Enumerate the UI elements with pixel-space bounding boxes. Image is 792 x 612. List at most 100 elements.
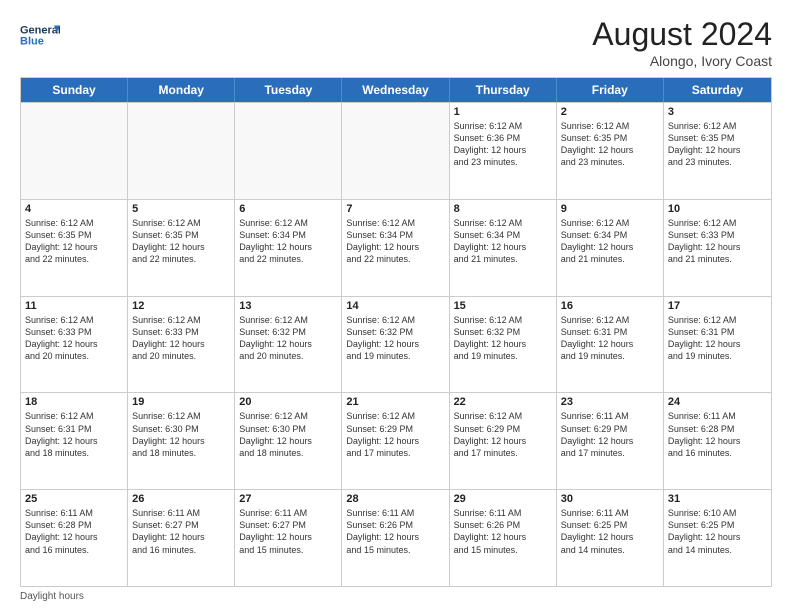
day-info-9: Sunrise: 6:12 AM Sunset: 6:34 PM Dayligh…	[561, 217, 659, 266]
day-number-9: 9	[561, 203, 659, 215]
day-number-2: 2	[561, 106, 659, 118]
day-cell-26: 26Sunrise: 6:11 AM Sunset: 6:27 PM Dayli…	[128, 490, 235, 586]
day-cell-27: 27Sunrise: 6:11 AM Sunset: 6:27 PM Dayli…	[235, 490, 342, 586]
day-number-7: 7	[346, 203, 444, 215]
day-number-12: 12	[132, 300, 230, 312]
day-number-15: 15	[454, 300, 552, 312]
calendar-row-3: 11 Sunrise: 6:12 AM Sunset: 6:33 PM Dayli…	[21, 296, 771, 393]
title-block: August 2024 Alongo, Ivory Coast	[592, 16, 772, 69]
day-cell-16: 16Sunrise: 6:12 AM Sunset: 6:31 PM Dayli…	[557, 297, 664, 393]
footer-note: Daylight hours	[20, 591, 772, 602]
day-cell-12: 12Sunrise: 6:12 AM Sunset: 6:33 PM Dayli…	[128, 297, 235, 393]
day-number-13: 13	[239, 300, 337, 312]
day-info-10: Sunrise: 6:12 AM Sunset: 6:33 PM Dayligh…	[668, 217, 767, 266]
calendar-row-1: 1Sunrise: 6:12 AM Sunset: 6:36 PM Daylig…	[21, 102, 771, 199]
day-info-30: Sunrise: 6:11 AM Sunset: 6:25 PM Dayligh…	[561, 507, 659, 556]
day-info-24: Sunrise: 6:11 AM Sunset: 6:28 PM Dayligh…	[668, 410, 767, 459]
calendar-row-4: 18Sunrise: 6:12 AM Sunset: 6:31 PM Dayli…	[21, 392, 771, 489]
day-cell-20: 20 Sunrise: 6:12 AM Sunset: 6:30 PM Dayli…	[235, 393, 342, 489]
calendar-row-5: 25 Sunrise: 6:11 AM Sunset: 6:28 PM Dayli…	[21, 489, 771, 586]
day-cell-23: 23Sunrise: 6:11 AM Sunset: 6:29 PM Dayli…	[557, 393, 664, 489]
day-info-20: Sunrise: 6:12 AM Sunset: 6:30 PM Dayligh…	[239, 410, 337, 459]
day-info-8: Sunrise: 6:12 AM Sunset: 6:34 PM Dayligh…	[454, 217, 552, 266]
day-number-24: 24	[668, 396, 767, 408]
day-number-25: 25	[25, 493, 123, 505]
month-year: August 2024	[592, 16, 772, 53]
day-info-3: Sunrise: 6:12 AM Sunset: 6:35 PM Dayligh…	[668, 120, 767, 169]
header-cell-friday: Friday	[557, 78, 664, 102]
day-cell-28: 28Sunrise: 6:11 AM Sunset: 6:26 PM Dayli…	[342, 490, 449, 586]
header: GeneralBlue August 2024 Alongo, Ivory Co…	[20, 16, 772, 69]
day-number-28: 28	[346, 493, 444, 505]
day-number-10: 10	[668, 203, 767, 215]
day-cell-2: 2 Sunrise: 6:12 AM Sunset: 6:35 PM Daylig…	[557, 103, 664, 199]
day-info-25: Sunrise: 6:11 AM Sunset: 6:28 PM Dayligh…	[25, 507, 123, 556]
day-info-6: Sunrise: 6:12 AM Sunset: 6:34 PM Dayligh…	[239, 217, 337, 266]
logo-icon: GeneralBlue	[20, 16, 60, 54]
day-cell-25: 25 Sunrise: 6:11 AM Sunset: 6:28 PM Dayli…	[21, 490, 128, 586]
svg-text:General: General	[20, 25, 60, 37]
day-info-14: Sunrise: 6:12 AM Sunset: 6:32 PM Dayligh…	[346, 314, 444, 363]
day-cell-4: 4 Sunrise: 6:12 AM Sunset: 6:35 PM Daylig…	[21, 200, 128, 296]
day-number-31: 31	[668, 493, 767, 505]
day-cell-14: 14 Sunrise: 6:12 AM Sunset: 6:32 PM Dayli…	[342, 297, 449, 393]
day-number-16: 16	[561, 300, 659, 312]
day-number-19: 19	[132, 396, 230, 408]
day-number-30: 30	[561, 493, 659, 505]
day-number-27: 27	[239, 493, 337, 505]
page: GeneralBlue August 2024 Alongo, Ivory Co…	[0, 0, 792, 612]
day-info-17: Sunrise: 6:12 AM Sunset: 6:31 PM Dayligh…	[668, 314, 767, 363]
day-info-26: Sunrise: 6:11 AM Sunset: 6:27 PM Dayligh…	[132, 507, 230, 556]
day-cell-29: 29 Sunrise: 6:11 AM Sunset: 6:26 PM Dayli…	[450, 490, 557, 586]
header-cell-tuesday: Tuesday	[235, 78, 342, 102]
day-cell-10: 10 Sunrise: 6:12 AM Sunset: 6:33 PM Dayli…	[664, 200, 771, 296]
day-info-22: Sunrise: 6:12 AM Sunset: 6:29 PM Dayligh…	[454, 410, 552, 459]
day-info-4: Sunrise: 6:12 AM Sunset: 6:35 PM Dayligh…	[25, 217, 123, 266]
calendar: SundayMondayTuesdayWednesdayThursdayFrid…	[20, 77, 772, 587]
day-info-5: Sunrise: 6:12 AM Sunset: 6:35 PM Dayligh…	[132, 217, 230, 266]
header-cell-thursday: Thursday	[450, 78, 557, 102]
day-cell-empty	[128, 103, 235, 199]
day-info-21: Sunrise: 6:12 AM Sunset: 6:29 PM Dayligh…	[346, 410, 444, 459]
location: Alongo, Ivory Coast	[592, 53, 772, 69]
day-number-22: 22	[454, 396, 552, 408]
day-info-1: Sunrise: 6:12 AM Sunset: 6:36 PM Dayligh…	[454, 120, 552, 169]
day-info-2: Sunrise: 6:12 AM Sunset: 6:35 PM Dayligh…	[561, 120, 659, 169]
day-number-5: 5	[132, 203, 230, 215]
day-cell-19: 19 Sunrise: 6:12 AM Sunset: 6:30 PM Dayli…	[128, 393, 235, 489]
day-cell-6: 6Sunrise: 6:12 AM Sunset: 6:34 PM Daylig…	[235, 200, 342, 296]
day-cell-22: 22 Sunrise: 6:12 AM Sunset: 6:29 PM Dayli…	[450, 393, 557, 489]
day-number-4: 4	[25, 203, 123, 215]
day-number-29: 29	[454, 493, 552, 505]
day-cell-11: 11 Sunrise: 6:12 AM Sunset: 6:33 PM Dayli…	[21, 297, 128, 393]
day-cell-31: 31 Sunrise: 6:10 AM Sunset: 6:25 PM Dayli…	[664, 490, 771, 586]
header-cell-sunday: Sunday	[21, 78, 128, 102]
day-number-14: 14	[346, 300, 444, 312]
day-number-18: 18	[25, 396, 123, 408]
day-number-20: 20	[239, 396, 337, 408]
day-info-7: Sunrise: 6:12 AM Sunset: 6:34 PM Dayligh…	[346, 217, 444, 266]
day-number-8: 8	[454, 203, 552, 215]
day-info-29: Sunrise: 6:11 AM Sunset: 6:26 PM Dayligh…	[454, 507, 552, 556]
day-cell-13: 13Sunrise: 6:12 AM Sunset: 6:32 PM Dayli…	[235, 297, 342, 393]
day-cell-7: 7 Sunrise: 6:12 AM Sunset: 6:34 PM Daylig…	[342, 200, 449, 296]
day-info-31: Sunrise: 6:10 AM Sunset: 6:25 PM Dayligh…	[668, 507, 767, 556]
day-cell-3: 3Sunrise: 6:12 AM Sunset: 6:35 PM Daylig…	[664, 103, 771, 199]
day-cell-24: 24 Sunrise: 6:11 AM Sunset: 6:28 PM Dayli…	[664, 393, 771, 489]
day-info-11: Sunrise: 6:12 AM Sunset: 6:33 PM Dayligh…	[25, 314, 123, 363]
day-number-21: 21	[346, 396, 444, 408]
day-cell-30: 30 Sunrise: 6:11 AM Sunset: 6:25 PM Dayli…	[557, 490, 664, 586]
calendar-body: 1Sunrise: 6:12 AM Sunset: 6:36 PM Daylig…	[21, 102, 771, 586]
calendar-row-2: 4 Sunrise: 6:12 AM Sunset: 6:35 PM Daylig…	[21, 199, 771, 296]
day-cell-9: 9 Sunrise: 6:12 AM Sunset: 6:34 PM Daylig…	[557, 200, 664, 296]
day-number-11: 11	[25, 300, 123, 312]
day-cell-empty	[235, 103, 342, 199]
day-number-17: 17	[668, 300, 767, 312]
day-cell-21: 21 Sunrise: 6:12 AM Sunset: 6:29 PM Dayli…	[342, 393, 449, 489]
day-info-19: Sunrise: 6:12 AM Sunset: 6:30 PM Dayligh…	[132, 410, 230, 459]
day-info-15: Sunrise: 6:12 AM Sunset: 6:32 PM Dayligh…	[454, 314, 552, 363]
svg-text:Blue: Blue	[20, 36, 44, 48]
day-cell-8: 8 Sunrise: 6:12 AM Sunset: 6:34 PM Daylig…	[450, 200, 557, 296]
header-cell-monday: Monday	[128, 78, 235, 102]
header-cell-saturday: Saturday	[664, 78, 771, 102]
